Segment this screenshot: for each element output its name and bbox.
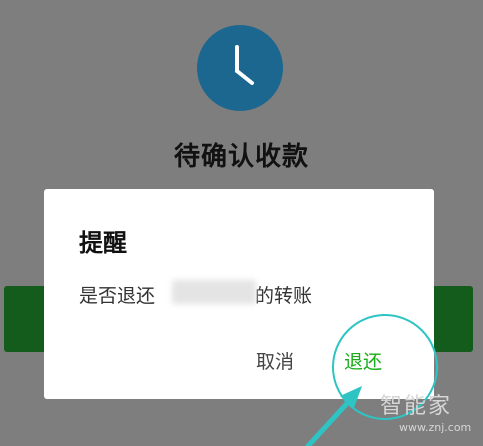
highlight-annotation: [305, 314, 438, 446]
highlight-arrow: [305, 395, 355, 446]
watermark-domain: www.znj.com: [399, 421, 472, 434]
watermark-brand: 智能家: [380, 394, 453, 419]
